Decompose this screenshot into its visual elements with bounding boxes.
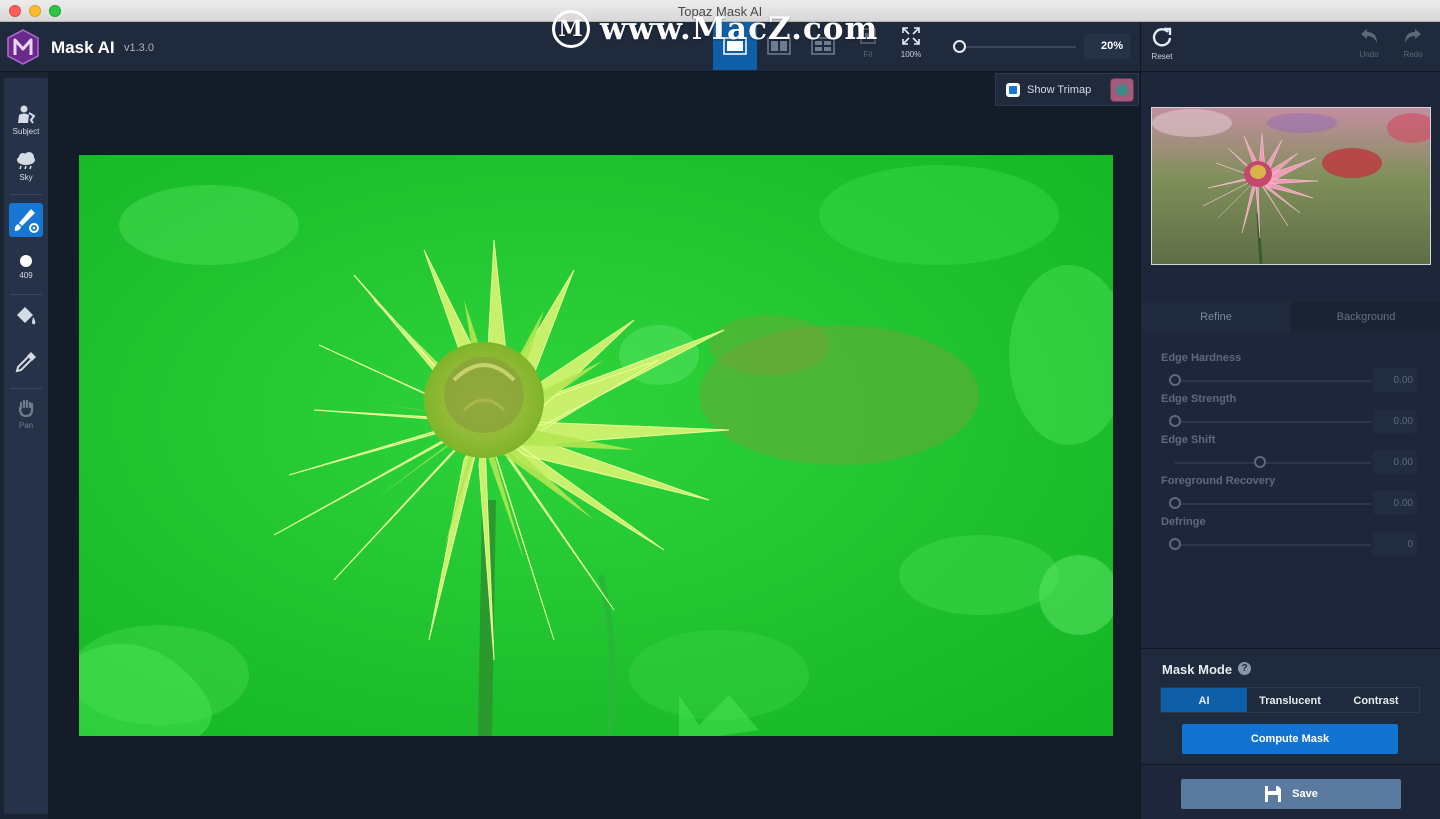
foreground-recovery-knob[interactable]	[1169, 497, 1181, 509]
fit-label: Fit	[863, 50, 873, 59]
foreground-recovery-value[interactable]: 0.00	[1373, 491, 1417, 515]
defringe-slider[interactable]	[1175, 544, 1371, 546]
masked-photo[interactable]	[79, 155, 1113, 736]
help-icon[interactable]: ?	[1238, 662, 1251, 675]
edge-hardness-control: Edge Hardness 0.00	[1161, 352, 1421, 392]
mask-mode-contrast-button[interactable]: Contrast	[1333, 688, 1419, 712]
edge-hardness-knob[interactable]	[1169, 374, 1181, 386]
watermark: M www.MacZ.com	[552, 9, 878, 49]
zoom-value[interactable]: 20%	[1084, 33, 1130, 59]
sky-icon	[17, 152, 35, 170]
tool-separator	[10, 194, 42, 195]
edge-strength-label: Edge Strength	[1161, 393, 1237, 405]
thumbnail-image	[1152, 108, 1430, 264]
fill-bucket-icon	[17, 307, 36, 325]
reset-label: Reset	[1151, 52, 1173, 61]
right-panel: Refine Background Edge Hardness 0.00 Edg…	[1140, 72, 1440, 819]
mask-mode-translucent-button[interactable]: Translucent	[1247, 688, 1333, 712]
eyedropper-tool[interactable]	[4, 349, 48, 377]
save-label: Save	[1292, 788, 1318, 800]
pan-hand-icon	[18, 399, 34, 418]
brush-size-control[interactable]: 409	[4, 254, 48, 280]
edge-strength-control: Edge Strength 0.00	[1161, 393, 1421, 433]
defringe-knob[interactable]	[1169, 538, 1181, 550]
edge-shift-slider[interactable]	[1175, 462, 1371, 464]
watermark-logo: M	[552, 10, 590, 48]
edge-strength-knob[interactable]	[1169, 415, 1181, 427]
edge-hardness-value[interactable]: 0.00	[1373, 368, 1417, 392]
edge-hardness-label: Edge Hardness	[1161, 352, 1242, 364]
flower-photo-image	[79, 155, 1113, 736]
panel-tabs: Refine Background	[1141, 302, 1440, 332]
edge-strength-slider[interactable]	[1175, 421, 1371, 423]
foreground-recovery-label: Foreground Recovery	[1161, 475, 1276, 487]
brush-settings-icon	[14, 209, 39, 233]
brush-size-icon	[20, 255, 32, 267]
zoom-slider-knob[interactable]	[953, 40, 966, 53]
toolbar-divider	[1140, 22, 1141, 71]
mask-mode-title: Mask Mode	[1162, 662, 1233, 677]
sky-tool[interactable]: Sky	[4, 150, 48, 182]
pan-tool[interactable]: Pan	[4, 398, 48, 430]
edge-shift-value[interactable]: 0.00	[1373, 450, 1417, 474]
subject-label: Subject	[12, 127, 40, 136]
trimap-color-swatch[interactable]	[1110, 78, 1134, 102]
mask-mode-section: Mask Mode ? AI Translucent Contrast Comp…	[1141, 648, 1440, 765]
left-toolbar: Subject Sky 409 Pan	[4, 78, 48, 814]
subject-icon	[18, 105, 36, 124]
mask-mode-ai-button[interactable]: AI	[1161, 688, 1247, 712]
brush-tool-active[interactable]	[9, 203, 43, 237]
zoom-slider-track[interactable]	[960, 46, 1076, 48]
app-name: Mask AI	[51, 38, 115, 57]
edge-strength-value[interactable]: 0.00	[1373, 409, 1417, 433]
tool-separator	[10, 388, 42, 389]
redo-icon	[1405, 29, 1421, 43]
undo-label: Undo	[1359, 50, 1379, 59]
edge-shift-knob[interactable]	[1254, 456, 1266, 468]
undo-button[interactable]: Undo	[1349, 26, 1389, 59]
trimap-toggle-bar: Show Trimap	[995, 73, 1139, 106]
fullscreen-icon	[902, 27, 920, 45]
defringe-value[interactable]: 0	[1373, 532, 1417, 556]
defringe-control: Defringe 0	[1161, 516, 1421, 556]
subject-tool[interactable]: Subject	[4, 104, 48, 136]
fullscreen-button[interactable]: 100%	[891, 26, 931, 59]
pan-label: Pan	[18, 421, 34, 430]
foreground-recovery-control: Foreground Recovery 0.00	[1161, 475, 1421, 515]
defringe-label: Defringe	[1161, 516, 1206, 528]
mask-mode-selector: AI Translucent Contrast	[1160, 687, 1420, 713]
redo-label: Redo	[1403, 50, 1423, 59]
sky-label: Sky	[19, 173, 33, 182]
fullscreen-label: 100%	[900, 50, 922, 59]
tool-separator	[10, 294, 42, 295]
app-logo-icon	[7, 29, 39, 65]
show-trimap-checkbox[interactable]	[1006, 83, 1020, 97]
preview-thumbnail[interactable]	[1151, 107, 1431, 265]
foreground-recovery-slider[interactable]	[1175, 503, 1371, 505]
edge-hardness-slider[interactable]	[1175, 380, 1371, 382]
tab-background[interactable]: Background	[1291, 302, 1440, 332]
fill-tool[interactable]	[4, 303, 48, 331]
edge-shift-control: Edge Shift 0.00	[1161, 434, 1421, 474]
save-disk-icon	[1265, 786, 1282, 802]
watermark-text: www.MacZ.com	[600, 11, 879, 47]
tab-refine[interactable]: Refine	[1141, 302, 1291, 332]
brush-size-value: 409	[19, 271, 33, 280]
undo-icon	[1361, 29, 1377, 43]
save-button[interactable]: Save	[1181, 779, 1401, 809]
edge-shift-label: Edge Shift	[1161, 434, 1216, 446]
reset-icon	[1152, 27, 1172, 47]
compute-mask-button[interactable]: Compute Mask	[1182, 724, 1398, 754]
redo-button[interactable]: Redo	[1393, 26, 1433, 59]
reset-button[interactable]: Reset	[1142, 26, 1182, 61]
show-trimap-label[interactable]: Show Trimap	[1027, 84, 1091, 96]
app-version: v1.3.0	[124, 42, 154, 54]
eyedropper-icon	[15, 352, 36, 373]
